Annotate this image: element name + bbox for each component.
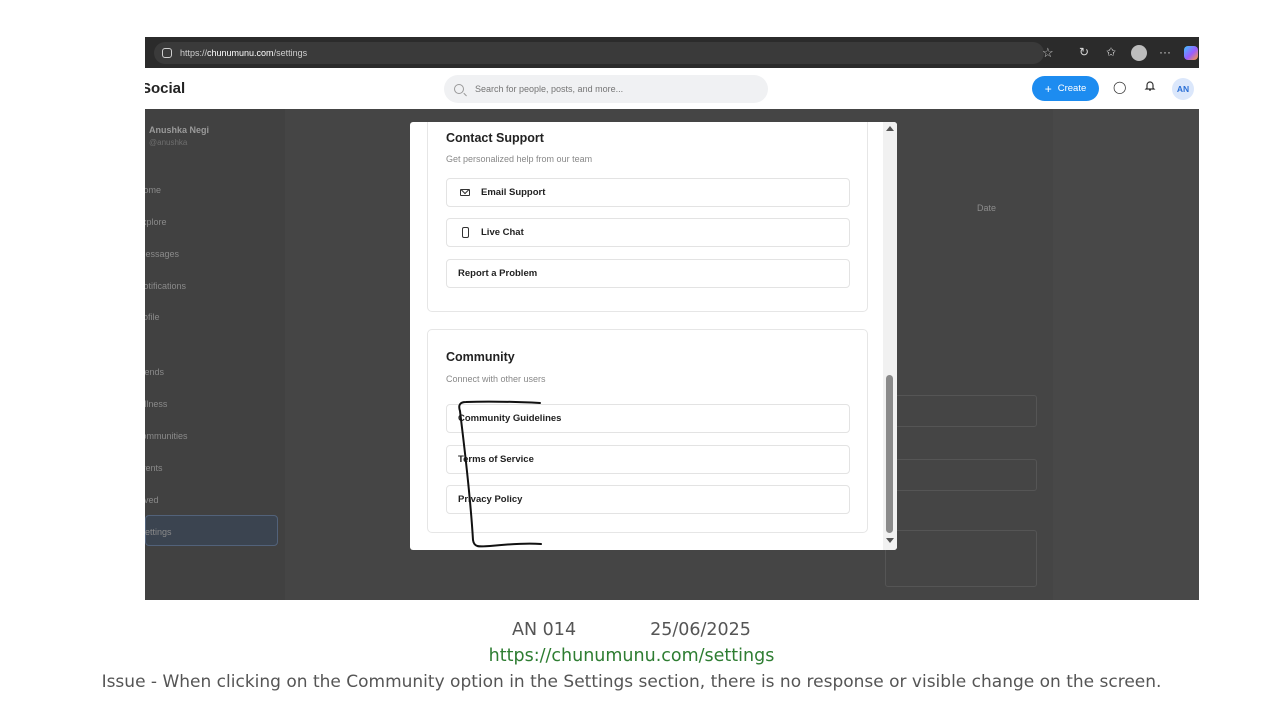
scroll-down-arrow-icon[interactable] — [886, 538, 894, 543]
contact-support-subtitle: Get personalized help from our team — [446, 154, 593, 164]
scroll-up-arrow-icon[interactable] — [886, 126, 894, 131]
sidebar-item-events[interactable]: Events — [145, 463, 163, 473]
live-chat-label: Live Chat — [481, 227, 524, 238]
copilot-icon[interactable] — [1184, 46, 1198, 60]
email-support-button[interactable]: Email Support — [446, 178, 850, 207]
refresh-icon[interactable]: ↻ — [1079, 45, 1089, 59]
sidebar-user-name[interactable]: Anushka Negi — [149, 125, 209, 135]
sidebar: Anushka Negi @anushka Home Explore Messa… — [145, 109, 285, 600]
more-icon[interactable]: ··· — [1159, 45, 1171, 59]
search-input[interactable] — [473, 83, 757, 95]
report-url[interactable]: https://chunumunu.com/settings — [0, 646, 1263, 666]
profile-avatar-icon[interactable] — [1131, 45, 1147, 61]
contact-support-title: Contact Support — [446, 131, 544, 145]
bell-icon[interactable] — [1144, 80, 1156, 95]
chat-icon[interactable]: ◯ — [1113, 80, 1126, 94]
sidebar-item-saved[interactable]: Saved — [145, 495, 159, 505]
contact-support-card: Contact Support Get personalized help fr… — [427, 122, 868, 312]
sidebar-item-communities[interactable]: Communities — [145, 431, 188, 441]
sidebar-item-friends[interactable]: Friends — [145, 367, 164, 377]
sidebar-item-settings[interactable]: Settings — [145, 527, 172, 537]
background-textarea — [885, 530, 1037, 587]
mail-icon — [458, 189, 472, 196]
live-chat-button[interactable]: Live Chat — [446, 218, 850, 247]
report-id: AN 014 — [512, 620, 577, 640]
site-info-icon[interactable] — [162, 48, 172, 58]
sidebar-user-handle: @anushka — [149, 138, 188, 147]
app-header: Social + Create ◯ AN — [145, 68, 1199, 109]
user-avatar[interactable]: AN — [1172, 78, 1194, 100]
sidebar-item-wellness[interactable]: Wellness — [145, 399, 167, 409]
search-bar[interactable] — [444, 75, 768, 103]
issue-description: Issue - When clicking on the Community o… — [101, 672, 1162, 692]
report-problem-label: Report a Problem — [458, 268, 538, 279]
url-text: https://chunumunu.com/settings — [180, 48, 308, 58]
plus-icon: + — [1044, 81, 1052, 96]
sidebar-item-messages[interactable]: Messages — [145, 249, 179, 259]
create-label: Create — [1057, 83, 1087, 94]
address-bar[interactable]: https://chunumunu.com/settings — [154, 42, 1044, 64]
search-icon — [454, 84, 464, 94]
create-button[interactable]: + Create — [1032, 76, 1099, 101]
scrollbar-thumb[interactable] — [886, 375, 893, 533]
sidebar-item-home[interactable]: Home — [145, 185, 161, 195]
date-label: Date — [977, 203, 997, 213]
report-date: 25/06/2025 — [650, 620, 751, 640]
sidebar-item-profile[interactable]: Profile — [145, 312, 160, 322]
browser-toolbar: https://chunumunu.com/settings ☆ ↻ ✩ ··· — [145, 37, 1199, 68]
report-id-line: AN 014 25/06/2025 — [0, 620, 1263, 640]
favorite-star-icon[interactable]: ☆ — [1042, 45, 1054, 61]
favorites-icon[interactable]: ✩ — [1106, 45, 1116, 59]
phone-icon — [458, 227, 472, 238]
email-support-label: Email Support — [481, 187, 546, 198]
report-problem-button[interactable]: Report a Problem — [446, 259, 850, 288]
brand-logo[interactable]: Social — [145, 80, 185, 97]
community-subtitle: Connect with other users — [446, 374, 546, 384]
annotation-bracket — [458, 400, 542, 548]
sidebar-item-explore[interactable]: Explore — [145, 217, 167, 227]
right-panel-dimmed — [1053, 109, 1199, 600]
sidebar-item-notifications[interactable]: Notifications — [145, 281, 186, 291]
screenshot: https://chunumunu.com/settings ☆ ↻ ✩ ···… — [145, 37, 1199, 600]
community-title[interactable]: Community — [446, 350, 515, 364]
